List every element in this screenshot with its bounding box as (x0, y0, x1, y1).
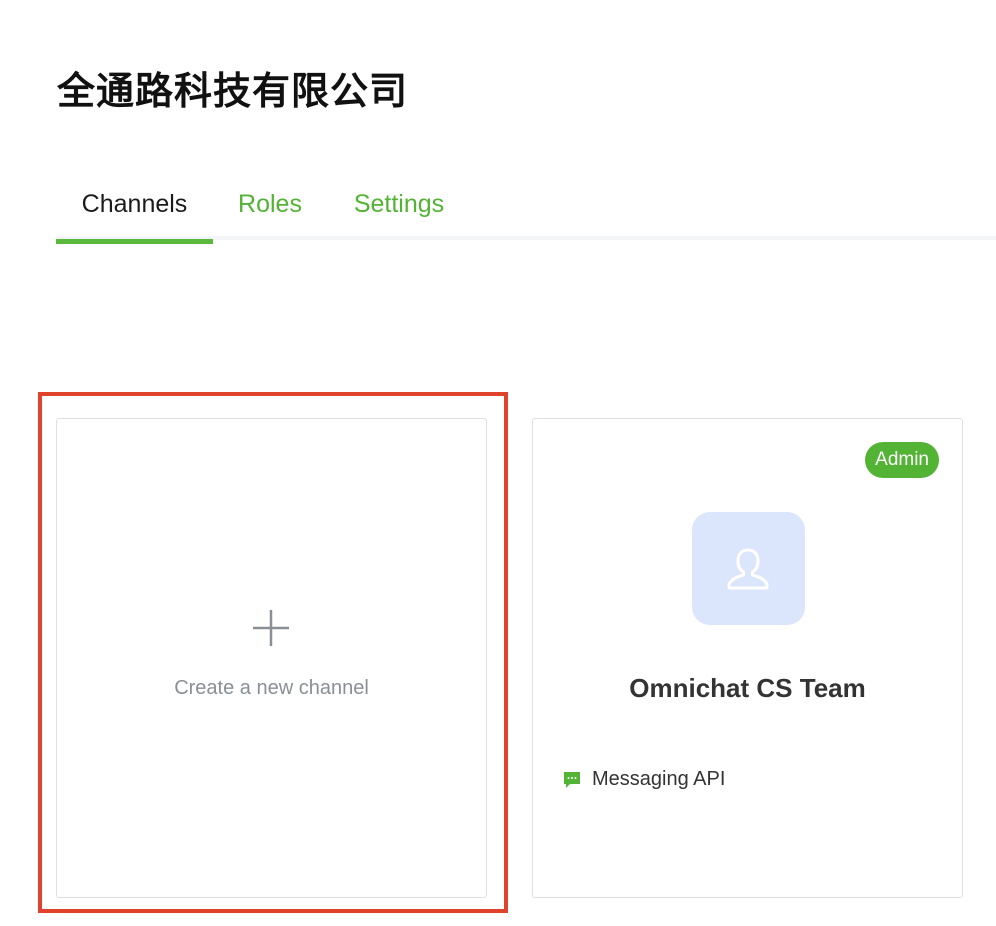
channel-type-label: Messaging API (592, 768, 726, 790)
tab-roles[interactable]: Roles (232, 176, 308, 240)
channel-name: Omnichat CS Team (629, 673, 866, 703)
tab-settings[interactable]: Settings (346, 176, 452, 240)
channel-type: Messaging API (562, 768, 725, 791)
page: 全通路科技有限公司 Channels Roles Settings Create… (0, 0, 996, 926)
highlight-box (38, 392, 508, 913)
tab-bar: Channels Roles Settings (56, 176, 996, 244)
organization-title: 全通路科技有限公司 (57, 69, 409, 113)
chat-bubble-icon (564, 771, 580, 788)
user-icon (727, 548, 769, 590)
tab-channels[interactable]: Channels (56, 176, 213, 244)
channel-card[interactable]: Admin Omnichat CS Team Messaging API (532, 418, 963, 898)
avatar (692, 512, 805, 625)
admin-badge: Admin (865, 442, 939, 478)
